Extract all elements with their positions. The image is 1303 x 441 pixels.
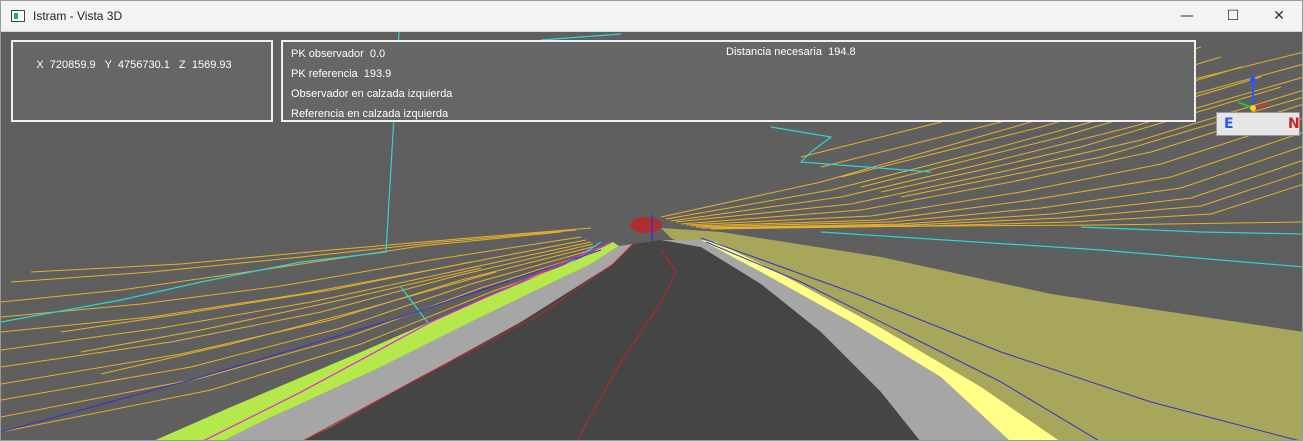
- app-icon: [11, 10, 25, 22]
- required-distance: Distancia necesaria 194.8: [726, 46, 856, 58]
- compass-east-label: E: [1224, 116, 1234, 132]
- title-bar[interactable]: Istram - Vista 3D — ☐ ✕: [1, 1, 1302, 32]
- app-window: Istram - Vista 3D — ☐ ✕ X 720859.9 Y 475…: [0, 0, 1303, 441]
- coordinates-panel: X 720859.9 Y 4756730.1 Z 1569.93: [11, 40, 273, 122]
- 3d-viewport[interactable]: X 720859.9 Y 4756730.1 Z 1569.93 PK obse…: [1, 32, 1302, 440]
- sight-distance-panel: PK observador 0.0 PK referencia 193.9 Ob…: [281, 40, 1196, 122]
- orientation-compass[interactable]: E N: [1208, 72, 1302, 142]
- reference-marker: [630, 217, 662, 233]
- close-button[interactable]: ✕: [1256, 1, 1302, 31]
- maximize-button[interactable]: ☐: [1210, 1, 1256, 31]
- compass-north-label: N: [1288, 116, 1300, 132]
- pk-reference: PK referencia 193.9: [291, 68, 392, 80]
- coordinates-readout: X 720859.9 Y 4756730.1 Z 1569.93: [36, 59, 232, 71]
- observer-lane: Observador en calzada izquierda: [291, 88, 453, 100]
- axis-gizmo-icon: [1237, 74, 1269, 111]
- minimize-button[interactable]: —: [1164, 1, 1210, 31]
- reference-lane: Referencia en calzada izquierda: [291, 108, 449, 120]
- window-title: Istram - Vista 3D: [33, 9, 123, 23]
- window-controls: — ☐ ✕: [1164, 1, 1302, 31]
